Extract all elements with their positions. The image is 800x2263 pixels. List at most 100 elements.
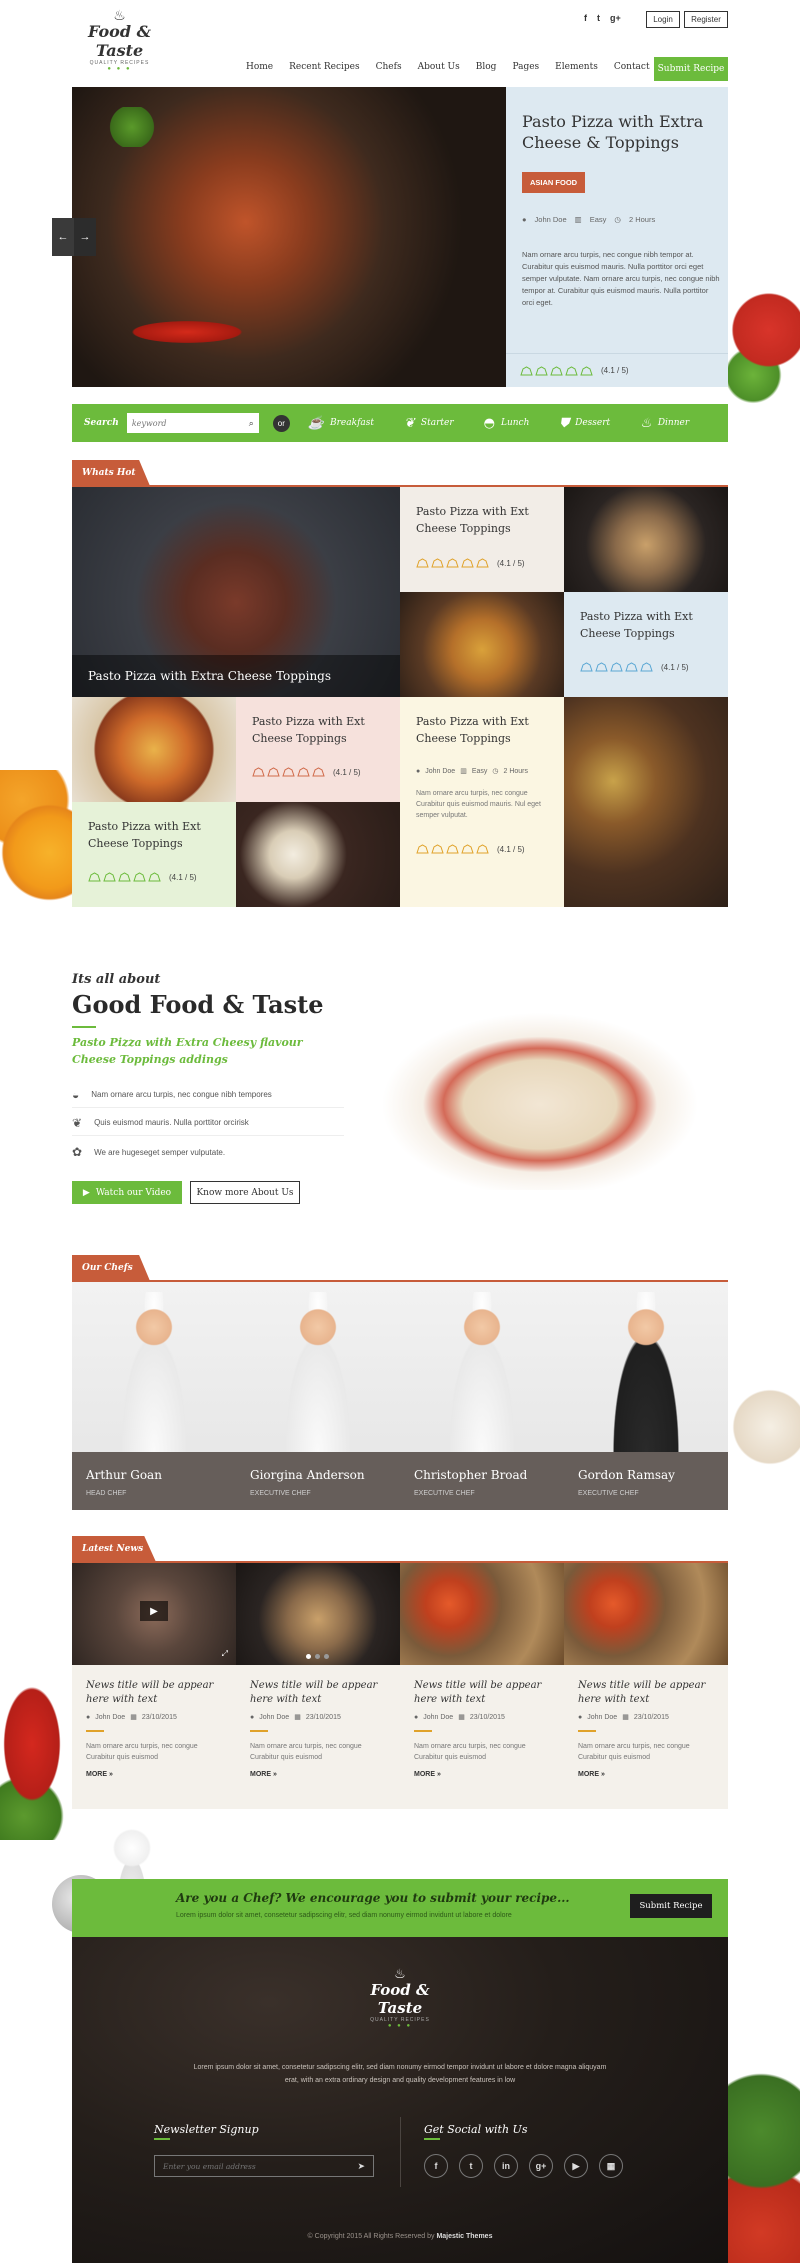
hot-card-4-title[interactable]: Pasto Pizza with Ext Cheese Toppings bbox=[416, 713, 546, 747]
chef-card-3[interactable]: Christopher Broad EXECUTIVE CHEF bbox=[400, 1282, 564, 1510]
facebook-icon[interactable]: f bbox=[584, 13, 587, 23]
play-icon[interactable]: ▶ bbox=[140, 1601, 168, 1621]
news-card-2: News title will be appear here with text… bbox=[236, 1665, 400, 1809]
category-breakfast[interactable]: ☕ Breakfast bbox=[308, 416, 374, 431]
decorative-broccoli bbox=[722, 2060, 800, 2263]
clock-icon: ◷ bbox=[492, 768, 499, 775]
hero-rating: (4.1 / 5) bbox=[506, 353, 728, 387]
google-plus-icon[interactable]: g+ bbox=[610, 13, 621, 23]
news-more-link[interactable]: MORE » bbox=[578, 1771, 714, 1778]
news-text: Nam ornare arcu turpis, nec congue Curab… bbox=[578, 1743, 690, 1761]
category-starter[interactable]: ❦ Starter bbox=[404, 416, 454, 431]
hot-card-4[interactable]: Pasto Pizza with Ext Cheese Toppings ● Jo… bbox=[400, 697, 564, 907]
feature-title[interactable]: Pasto Pizza with Extra Cheese Toppings bbox=[88, 668, 331, 685]
footer-logo[interactable]: ♨ Food & Taste QUALITY RECIPES ● ● ● bbox=[350, 1967, 450, 2030]
hot-card-2-title[interactable]: Pasto Pizza with Ext Cheese Toppings bbox=[580, 608, 710, 642]
logo[interactable]: ♨ Food & Taste QUALITY RECIPES ● ● ● bbox=[72, 8, 167, 72]
nav-chefs[interactable]: Chefs bbox=[376, 62, 402, 72]
user-icon: ● bbox=[522, 215, 527, 224]
hot-card-3[interactable]: Pasto Pizza with Ext Cheese Toppings (4.… bbox=[236, 697, 400, 802]
chef-role: EXECUTIVE CHEF bbox=[578, 1490, 639, 1497]
footer-about: Lorem ipsum dolor sit amet, consetetur s… bbox=[193, 2064, 607, 2084]
news-more-link[interactable]: MORE » bbox=[414, 1771, 550, 1778]
rating-icon bbox=[416, 844, 429, 854]
rating-icon bbox=[625, 662, 638, 672]
header-social: f t g+ bbox=[584, 13, 621, 23]
twitter-icon[interactable]: t bbox=[597, 13, 600, 23]
youtube-icon[interactable]: ▶ bbox=[564, 2154, 588, 2178]
chef-photo bbox=[273, 1292, 363, 1452]
submit-recipe-button[interactable]: Submit Recipe bbox=[654, 57, 728, 81]
nav-elements[interactable]: Elements bbox=[555, 62, 598, 72]
hot-card-1-title[interactable]: Pasto Pizza with Ext Cheese Toppings bbox=[416, 503, 546, 537]
news-image-2[interactable] bbox=[236, 1563, 400, 1665]
google-plus-icon[interactable]: g+ bbox=[529, 2154, 553, 2178]
footer: ♨ Food & Taste QUALITY RECIPES ● ● ● Lor… bbox=[72, 1937, 728, 2263]
chef-card-2[interactable]: Giorgina Anderson EXECUTIVE CHEF bbox=[236, 1282, 400, 1510]
linkedin-icon[interactable]: in bbox=[494, 2154, 518, 2178]
hot-card-3-title[interactable]: Pasto Pizza with Ext Cheese Toppings bbox=[252, 713, 382, 747]
send-icon[interactable]: ➤ bbox=[357, 2161, 365, 2172]
hot-card-2[interactable]: Pasto Pizza with Ext Cheese Toppings (4.… bbox=[564, 592, 728, 697]
search-icon[interactable]: ⌕ bbox=[249, 418, 254, 429]
feature-image[interactable]: Pasto Pizza with Extra Cheese Toppings bbox=[72, 487, 400, 697]
news-title[interactable]: News title will be appear here with text bbox=[414, 1679, 550, 1707]
news-image-3[interactable] bbox=[400, 1563, 564, 1665]
news-card-3: News title will be appear here with text… bbox=[400, 1665, 564, 1809]
nav-home[interactable]: Home bbox=[246, 62, 273, 72]
hot-card-5-title[interactable]: Pasto Pizza with Ext Cheese Toppings bbox=[88, 818, 218, 852]
category-dinner[interactable]: ♨ Dinner bbox=[640, 416, 689, 431]
category-dessert[interactable]: ⛊ Dessert bbox=[559, 416, 610, 431]
hot-card-2-rating: (4.1 / 5) bbox=[661, 662, 689, 672]
rating-icon bbox=[550, 365, 563, 375]
hero-next-arrow[interactable]: → bbox=[74, 218, 96, 256]
chef-card-1[interactable]: Arthur Goan HEAD CHEF bbox=[72, 1282, 236, 1510]
news-image-4[interactable] bbox=[564, 1563, 728, 1665]
cta-banner: Are you a Chef? We encourage you to subm… bbox=[72, 1879, 728, 1937]
facebook-icon[interactable]: f bbox=[424, 2154, 448, 2178]
nav-recent-recipes[interactable]: Recent Recipes bbox=[289, 62, 359, 72]
hero-badge[interactable]: ASIAN FOOD bbox=[522, 172, 586, 193]
news-title[interactable]: News title will be appear here with text bbox=[578, 1679, 714, 1707]
chef-photo bbox=[437, 1292, 527, 1452]
hot-card-5[interactable]: Pasto Pizza with Ext Cheese Toppings (4.… bbox=[72, 802, 236, 907]
chef-card-4[interactable]: Gordon Ramsay EXECUTIVE CHEF bbox=[564, 1282, 728, 1510]
video-icon: ▶ bbox=[82, 1187, 90, 1198]
news-title[interactable]: News title will be appear here with text bbox=[86, 1679, 222, 1707]
rating-icon bbox=[520, 365, 533, 375]
nav-blog[interactable]: Blog bbox=[476, 62, 497, 72]
news-more-link[interactable]: MORE » bbox=[250, 1771, 386, 1778]
fullscreen-icon[interactable]: ⤢ bbox=[222, 1649, 228, 1659]
bowl-icon: ◒ bbox=[72, 1087, 80, 1102]
hero-panel: Pasto Pizza with Extra Cheese & Toppings… bbox=[506, 87, 728, 387]
leaf-icon: ✿ bbox=[72, 1145, 83, 1159]
hot-card-1[interactable]: Pasto Pizza with Ext Cheese Toppings (4.… bbox=[400, 487, 564, 592]
search-input[interactable] bbox=[131, 418, 237, 428]
news-text: Nam ornare arcu turpis, nec congue Curab… bbox=[414, 1743, 526, 1761]
category-lunch[interactable]: ◓ Lunch bbox=[484, 416, 530, 431]
know-more-button[interactable]: Know more About Us bbox=[190, 1181, 300, 1204]
nav-about[interactable]: About Us bbox=[418, 62, 460, 72]
flickr-icon[interactable]: ▦ bbox=[599, 2154, 623, 2178]
dinner-icon: ♨ bbox=[640, 415, 652, 431]
starter-icon: ❦ bbox=[404, 415, 415, 431]
news-title[interactable]: News title will be appear here with text bbox=[250, 1679, 386, 1707]
hero-title[interactable]: Pasto Pizza with Extra Cheese & Toppings bbox=[522, 111, 717, 153]
watch-video-button[interactable]: ▶ Watch our Video bbox=[72, 1181, 182, 1204]
twitter-icon[interactable]: t bbox=[459, 2154, 483, 2178]
calendar-icon: ▦ bbox=[130, 1714, 137, 1721]
hero-prev-arrow[interactable]: ← bbox=[52, 218, 74, 256]
login-button[interactable]: Login bbox=[646, 11, 680, 28]
rating-icon bbox=[580, 365, 593, 375]
nav-pages[interactable]: Pages bbox=[512, 62, 539, 72]
news-image-1[interactable]: ▶ ⤢ bbox=[72, 1563, 236, 1665]
news-meta: ● John Doe ▦ 23/10/2015 bbox=[86, 1713, 177, 1722]
rating-icon bbox=[267, 767, 280, 777]
news-more-link[interactable]: MORE » bbox=[86, 1771, 222, 1778]
about-image bbox=[360, 1000, 720, 1190]
register-button[interactable]: Register bbox=[684, 11, 728, 28]
newsletter-email-input[interactable] bbox=[163, 2161, 343, 2171]
nav-contact[interactable]: Contact bbox=[614, 62, 650, 72]
cta-submit-button[interactable]: Submit Recipe bbox=[630, 1894, 712, 1918]
cta-title: Are you a Chef? We encourage you to subm… bbox=[176, 1891, 570, 1905]
